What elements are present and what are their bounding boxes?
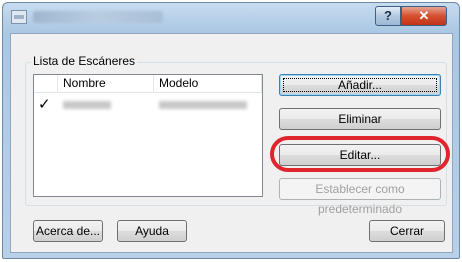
- scanner-app-icon: [11, 10, 27, 24]
- dialog-body: Lista de Escáneres Nombre Modelo ✓ Añadi…: [10, 33, 453, 253]
- close-button[interactable]: Cerrar: [369, 220, 445, 242]
- help-button[interactable]: Ayuda: [117, 220, 187, 242]
- about-button[interactable]: Acerca de...: [33, 220, 103, 242]
- window-title-blurred: [33, 11, 163, 23]
- focus-rect: [283, 78, 437, 92]
- help-caption-button[interactable]: ?: [375, 6, 401, 26]
- scanner-list[interactable]: Nombre Modelo ✓: [33, 74, 263, 197]
- checkmark-icon: ✓: [38, 96, 51, 113]
- delete-button[interactable]: Eliminar: [279, 108, 441, 130]
- close-caption-button[interactable]: ✕: [401, 6, 447, 26]
- title-bar[interactable]: ? ✕: [3, 3, 459, 33]
- column-header-name[interactable]: Nombre: [58, 75, 154, 93]
- group-label: Lista de Escáneres: [31, 54, 138, 68]
- scanner-name-blurred: [63, 101, 111, 109]
- dialog-window: ? ✕ Lista de Escáneres Nombre Modelo ✓ A…: [2, 2, 460, 259]
- add-button[interactable]: Añadir...: [279, 74, 441, 96]
- column-header-model[interactable]: Modelo: [154, 75, 262, 93]
- highlight-oval: [270, 136, 450, 172]
- table-row[interactable]: ✓: [35, 95, 261, 115]
- column-header-check[interactable]: [34, 75, 58, 93]
- set-default-button[interactable]: Establecer como predeterminado: [279, 178, 441, 216]
- scanner-model-blurred: [159, 101, 247, 109]
